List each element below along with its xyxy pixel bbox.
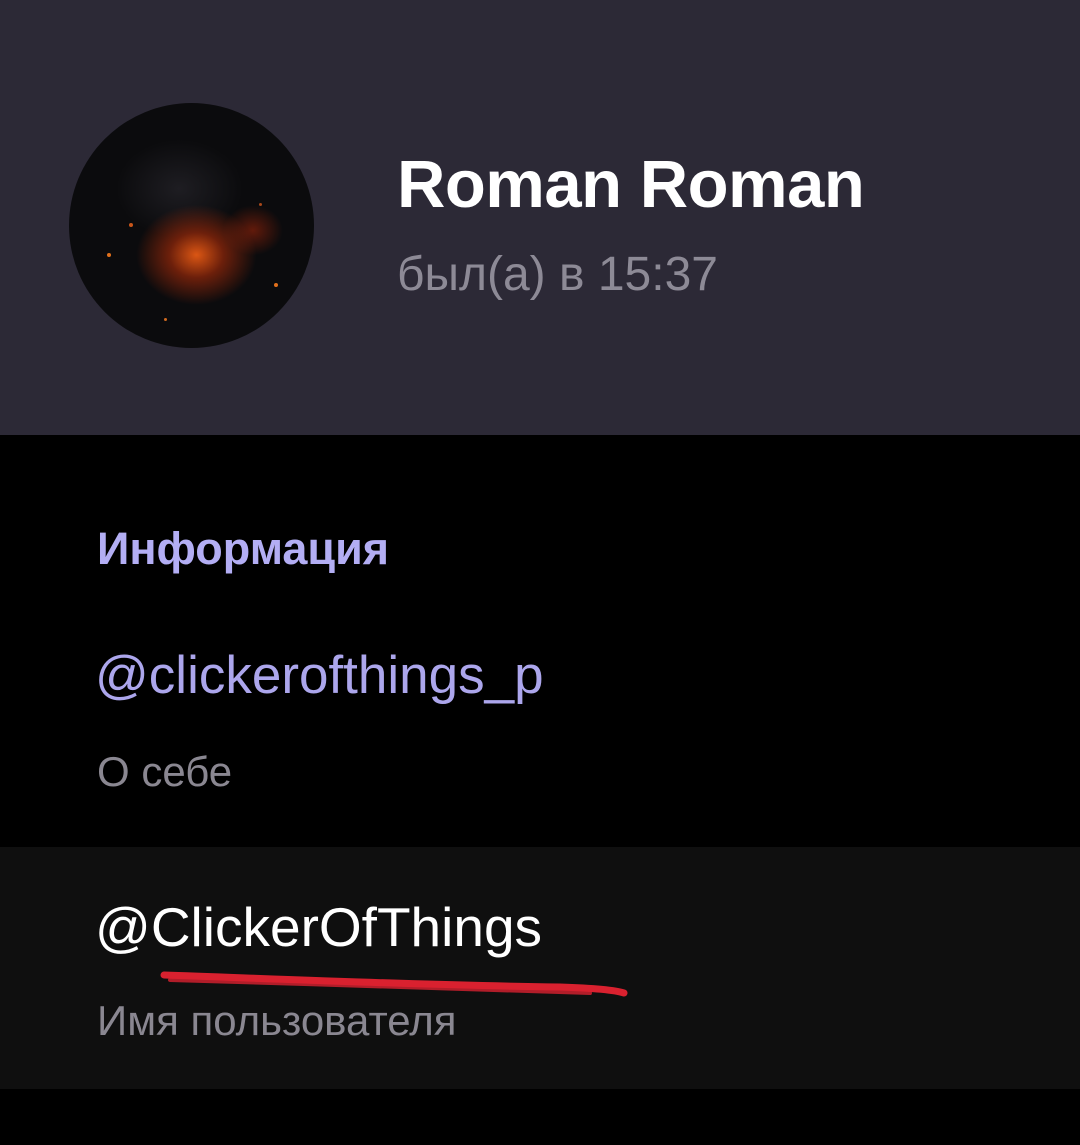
profile-avatar[interactable] [69, 103, 314, 348]
username-label: Имя пользователя [97, 997, 457, 1044]
username-row[interactable]: @ClickerOfThings Имя пользователя [0, 847, 1080, 1089]
info-section-title: Информация [97, 523, 389, 574]
bottom-spacer [0, 1089, 1080, 1145]
profile-name: Roman Roman [397, 147, 865, 222]
username-value[interactable]: @ClickerOfThings [95, 895, 542, 959]
profile-last-seen: был(а) в 15:37 [397, 248, 718, 301]
profile-header: Roman Roman был(а) в 15:37 [0, 0, 1080, 435]
bio-link[interactable]: @clickerofthings_p [95, 645, 544, 706]
info-section: Информация @clickerofthings_p О себе [0, 435, 1080, 847]
bio-label: О себе [97, 748, 233, 795]
